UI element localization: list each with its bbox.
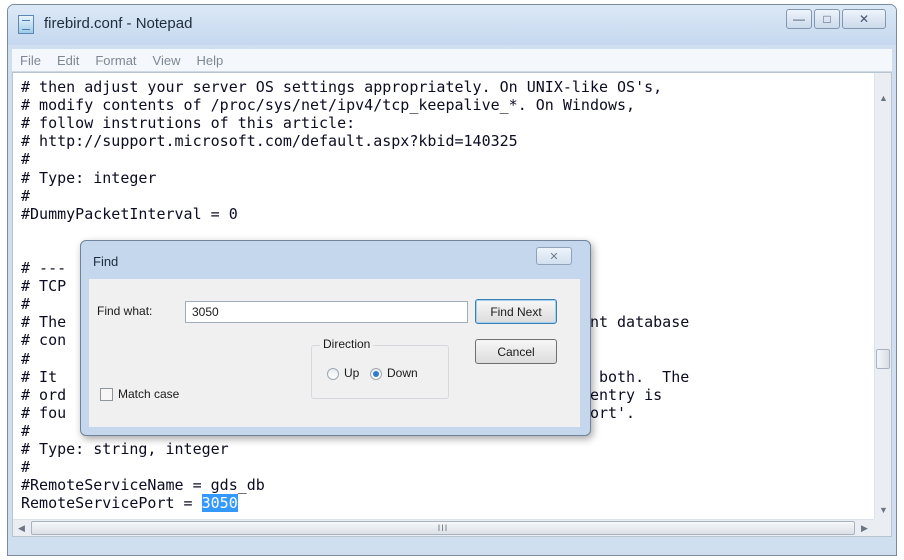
resize-grip[interactable]: [874, 519, 891, 536]
menu-format[interactable]: Format: [87, 53, 144, 68]
direction-label: Direction: [320, 337, 374, 351]
window-title: firebird.conf - Notepad: [44, 15, 193, 32]
editor-line[interactable]: #: [21, 151, 30, 167]
line-prefix: RemoteServicePort =: [21, 494, 202, 513]
title-bar[interactable]: firebird.conf - Notepad — □ ✕: [8, 5, 896, 45]
direction-group: Direction Up Down: [311, 337, 449, 399]
editor-line[interactable]: # Type: string, integer: [21, 441, 229, 457]
scroll-grip-icon: III: [437, 523, 449, 533]
close-button[interactable]: ✕: [842, 9, 886, 29]
editor-line[interactable]: #: [21, 459, 30, 475]
find-dialog: Find ✕ Find what: Find Next Cancel Direc…: [80, 240, 591, 436]
menu-edit[interactable]: Edit: [49, 53, 87, 68]
vertical-scroll-thumb[interactable]: [876, 349, 890, 369]
editor-line[interactable]: # then adjust your server OS settings ap…: [21, 79, 662, 95]
editor-line[interactable]: #: [21, 351, 30, 367]
editor-line-remote-service-port[interactable]: RemoteServicePort = 3050: [21, 494, 238, 513]
direction-up-radio[interactable]: [327, 368, 339, 380]
notepad-icon: [18, 15, 34, 34]
editor-line[interactable]: #: [21, 188, 30, 204]
menu-bar: File Edit Format View Help: [12, 49, 892, 72]
editor-line[interactable]: # ---: [21, 260, 66, 276]
menu-help[interactable]: Help: [188, 53, 231, 68]
editor-line[interactable]: # con: [21, 332, 66, 348]
editor-line[interactable]: #: [21, 296, 30, 312]
editor-line[interactable]: # modify contents of /proc/sys/net/ipv4/…: [21, 97, 635, 113]
editor-line[interactable]: #: [21, 423, 30, 439]
scroll-down-arrow-icon[interactable]: ▼: [879, 505, 888, 515]
menu-view[interactable]: View: [145, 53, 189, 68]
find-what-label: Find what:: [97, 304, 153, 318]
horizontal-scrollbar[interactable]: ◀ III ▶: [13, 519, 875, 536]
find-what-input[interactable]: [185, 301, 468, 323]
editor-line[interactable]: # Type: integer: [21, 170, 156, 186]
scroll-right-arrow-icon[interactable]: ▶: [861, 523, 868, 534]
find-dialog-body: Find what: Find Next Cancel Direction Up…: [89, 279, 580, 427]
editor-line[interactable]: #RemoteServiceName = gds_db: [21, 477, 265, 493]
match-case-checkbox[interactable]: [100, 388, 113, 401]
maximize-button[interactable]: □: [814, 9, 840, 29]
vertical-scrollbar[interactable]: ▲ ▼: [874, 73, 891, 521]
direction-down-label[interactable]: Down: [387, 366, 418, 380]
find-next-button[interactable]: Find Next: [475, 299, 557, 324]
direction-up-label[interactable]: Up: [344, 366, 359, 380]
match-case-label[interactable]: Match case: [118, 387, 179, 401]
editor-line[interactable]: #DummyPacketInterval = 0: [21, 206, 238, 222]
minimize-button[interactable]: —: [786, 9, 812, 29]
scroll-up-arrow-icon[interactable]: ▲: [879, 93, 888, 103]
editor-line[interactable]: # TCP: [21, 278, 66, 294]
direction-down-radio[interactable]: [370, 368, 382, 380]
menu-file[interactable]: File: [12, 53, 49, 68]
scroll-left-arrow-icon[interactable]: ◀: [18, 523, 25, 534]
window-controls: — □ ✕: [786, 9, 886, 29]
editor-line[interactable]: # http://support.microsoft.com/default.a…: [21, 133, 518, 149]
find-dialog-close-button[interactable]: ✕: [536, 247, 572, 265]
editor-line[interactable]: # follow instrutions of this article:: [21, 115, 355, 131]
cancel-button[interactable]: Cancel: [475, 339, 557, 364]
selected-text[interactable]: 3050: [201, 494, 238, 513]
find-dialog-title: Find: [93, 254, 119, 269]
horizontal-scroll-thumb[interactable]: III: [31, 521, 855, 535]
